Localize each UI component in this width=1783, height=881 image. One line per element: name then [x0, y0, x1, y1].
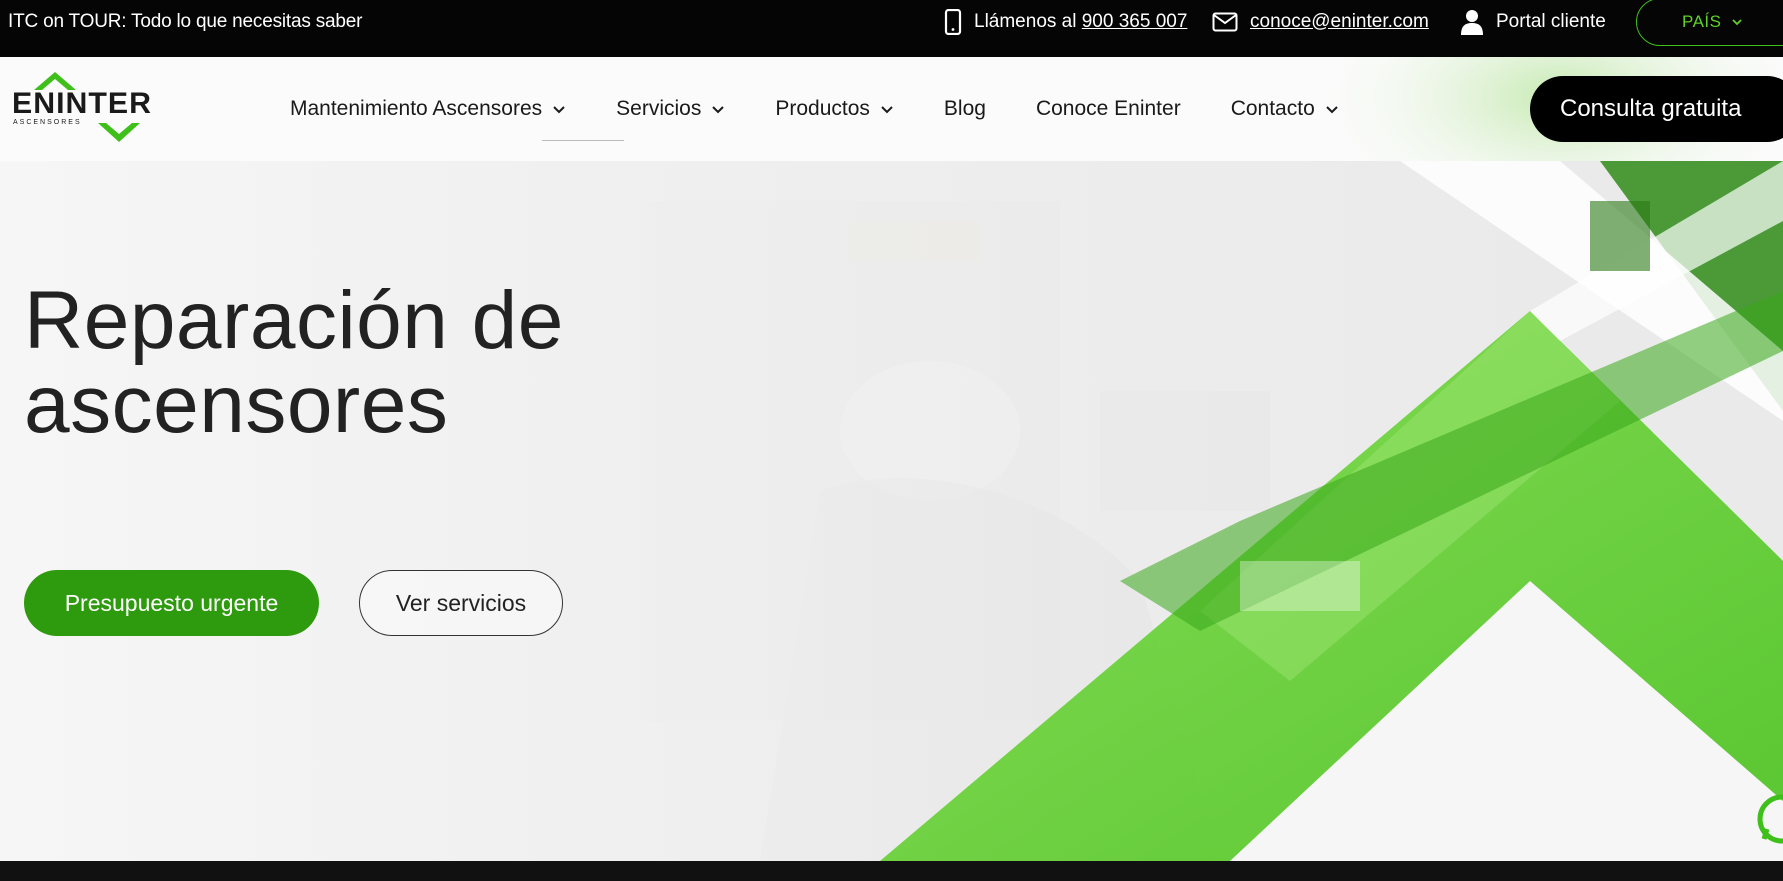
- nav-label: Mantenimiento Ascensores: [290, 97, 543, 120]
- portal-cliente-link[interactable]: Portal cliente: [1460, 0, 1606, 43]
- consulta-gratuita-button[interactable]: Consulta gratuita: [1530, 76, 1783, 142]
- nav-blog[interactable]: Blog: [944, 97, 986, 121]
- nav-label: Blog: [943, 97, 986, 120]
- hero-background-image: [0, 161, 1783, 861]
- hero-title-line2: ascensores: [24, 359, 449, 450]
- nav-conoce-eninter[interactable]: Conoce Eninter: [1036, 97, 1181, 121]
- phone-contact[interactable]: Llámenos al 900 365 007: [944, 0, 1187, 43]
- primary-navigation: Mantenimiento Ascensores Servicios Produ…: [290, 57, 1389, 161]
- user-icon: [1461, 9, 1483, 35]
- eninter-logo[interactable]: ENINTER ASCENSORES: [12, 68, 154, 148]
- nav-contacto[interactable]: Contacto: [1231, 97, 1339, 121]
- hero-section: Reparación de ascensores Presupuesto urg…: [0, 161, 1783, 861]
- nav-mantenimiento[interactable]: Mantenimiento Ascensores: [290, 97, 566, 121]
- whatsapp-icon[interactable]: [1752, 789, 1783, 849]
- nav-active-indicator: [542, 140, 624, 141]
- hero-title: Reparación de ascensores: [24, 279, 724, 447]
- hero-title-line1: Reparación de: [24, 275, 564, 366]
- email-link[interactable]: conoce@eninter.com: [1250, 11, 1429, 33]
- mail-icon: [1212, 12, 1238, 31]
- portal-label: Portal cliente: [1496, 10, 1606, 32]
- logo-tagline: ASCENSORES: [13, 119, 82, 126]
- country-selector[interactable]: PAÍS: [1636, 0, 1783, 46]
- promo-link[interactable]: ITC on TOUR: Todo lo que necesitas saber: [8, 0, 362, 43]
- nav-label: Conoce Eninter: [1035, 97, 1181, 120]
- chevron-down-icon: [712, 106, 725, 114]
- logo-wordmark: ENINTER: [12, 87, 152, 120]
- nav-servicios[interactable]: Servicios: [616, 97, 725, 121]
- phone-prefix: Llámenos al: [974, 10, 1077, 32]
- nav-label: Productos: [775, 97, 870, 120]
- country-label: PAÍS: [1682, 12, 1722, 31]
- chevron-down-icon: [1326, 106, 1338, 114]
- phone-icon: [944, 8, 962, 35]
- phone-number-link[interactable]: 900 365 007: [1082, 11, 1188, 32]
- bottom-strip: [0, 861, 1783, 881]
- nav-productos[interactable]: Productos: [775, 97, 894, 121]
- chevron-down-icon: [553, 106, 565, 114]
- chevron-down-icon: [1732, 19, 1743, 26]
- top-bar: ITC on TOUR: Todo lo que necesitas saber…: [0, 0, 1783, 57]
- nav-label: Contacto: [1230, 97, 1315, 120]
- chevron-down-icon: [881, 106, 893, 114]
- ver-servicios-button[interactable]: Ver servicios: [359, 570, 563, 636]
- nav-label: Servicios: [616, 97, 702, 120]
- presupuesto-urgente-button[interactable]: Presupuesto urgente: [24, 570, 319, 636]
- email-contact[interactable]: conoce@eninter.com: [1212, 0, 1429, 43]
